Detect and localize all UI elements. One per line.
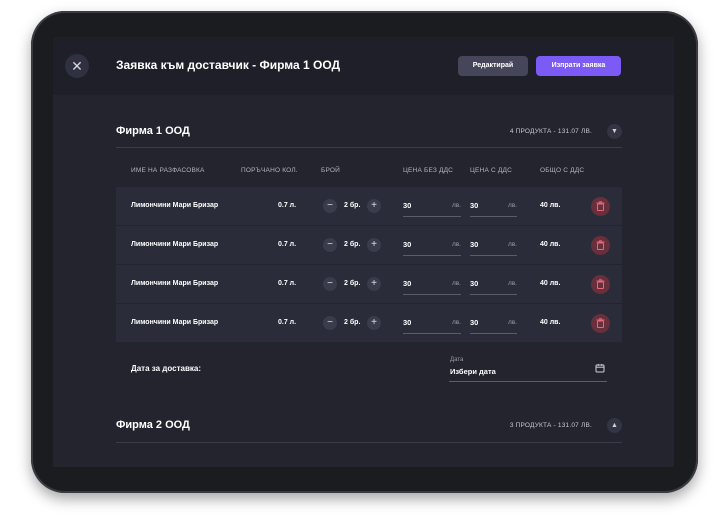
table-row: Лимончини Мари Бризар 0.7 л. − 2 бр. + 3… <box>116 304 622 342</box>
price-value: 30 <box>470 318 479 327</box>
delivery-date-picker[interactable]: Дата Избери дата <box>449 355 607 382</box>
price-without-vat-field[interactable]: 30 лв. <box>403 273 461 295</box>
currency-unit: лв. <box>451 319 461 326</box>
price-value: 30 <box>470 279 479 288</box>
trash-icon <box>596 240 605 250</box>
section-divider <box>116 147 622 148</box>
currency-unit: лв. <box>507 241 517 248</box>
currency-unit: лв. <box>451 280 461 287</box>
chevron-up-icon[interactable]: ▲ <box>607 418 622 433</box>
table-row: Лимончини Мари Бризар 0.7 л. − 2 бр. + 3… <box>116 265 622 303</box>
table-row: Лимончини Мари Бризар 0.7 л. − 2 бр. + 3… <box>116 226 622 264</box>
ordered-quantity: 0.7 л. <box>278 202 297 209</box>
delete-row-button[interactable] <box>591 197 610 216</box>
row-total: 40 лв. <box>540 280 561 287</box>
row-total: 40 лв. <box>540 241 561 248</box>
currency-unit: лв. <box>451 241 461 248</box>
trash-icon <box>596 201 605 211</box>
date-caption: Дата <box>450 357 464 363</box>
top-bar: ✕ Заявка към доставчик - Фирма 1 ООД Ред… <box>53 37 674 95</box>
minus-icon[interactable]: − <box>323 316 337 330</box>
price-value: 30 <box>403 240 412 249</box>
minus-icon[interactable]: − <box>323 199 337 213</box>
quantity-value: 2 бр. <box>344 202 361 209</box>
price-without-vat-field[interactable]: 30 лв. <box>403 234 461 256</box>
price-value: 30 <box>403 279 412 288</box>
price-without-vat-field[interactable]: 30 лв. <box>403 312 461 334</box>
quantity-value: 2 бр. <box>344 280 361 287</box>
column-header-qty: БРОЙ <box>321 167 340 174</box>
product-name: Лимончини Мари Бризар <box>131 241 219 248</box>
section-summary: 4 ПРОДУКТА - 131.07 ЛВ. <box>509 128 592 135</box>
price-value: 30 <box>470 240 479 249</box>
quantity-value: 2 бр. <box>344 319 361 326</box>
currency-unit: лв. <box>451 202 461 209</box>
column-header-price-vat: ЦЕНА С ДДС <box>470 167 512 174</box>
supplier-section-header-2[interactable]: Фирма 2 ООД 3 ПРОДУКТА - 131.07 ЛВ. ▲ <box>116 414 622 438</box>
quantity-value: 2 бр. <box>344 241 361 248</box>
column-header-name: ИМЕ НА РАЗФАСОВКА <box>131 167 205 174</box>
page-title: Заявка към доставчик - Фирма 1 ООД <box>116 58 341 72</box>
section-summary: 3 ПРОДУКТА - 131.07 ЛВ. <box>509 422 592 429</box>
close-button[interactable]: ✕ <box>65 54 89 78</box>
ordered-quantity: 0.7 л. <box>278 280 297 287</box>
edit-button[interactable]: Редактирай <box>458 56 528 76</box>
plus-icon[interactable]: + <box>367 316 381 330</box>
plus-icon[interactable]: + <box>367 238 381 252</box>
minus-icon[interactable]: − <box>323 277 337 291</box>
supplier-section-header-1[interactable]: Фирма 1 ООД 4 ПРОДУКТА - 131.07 ЛВ. ▼ <box>116 120 622 144</box>
close-icon: ✕ <box>71 58 83 74</box>
section-title: Фирма 2 ООД <box>116 419 190 431</box>
section-divider <box>116 442 622 443</box>
send-order-button[interactable]: Изпрати заявка <box>536 56 621 76</box>
plus-icon[interactable]: + <box>367 277 381 291</box>
price-with-vat-field[interactable]: 30 лв. <box>470 195 517 217</box>
price-value: 30 <box>403 318 412 327</box>
price-value: 30 <box>470 201 479 210</box>
price-with-vat-field[interactable]: 30 лв. <box>470 312 517 334</box>
calendar-icon <box>595 364 605 373</box>
delete-row-button[interactable] <box>591 314 610 333</box>
section-title: Фирма 1 ООД <box>116 125 190 137</box>
currency-unit: лв. <box>507 280 517 287</box>
plus-icon[interactable]: + <box>367 199 381 213</box>
product-name: Лимончини Мари Бризар <box>131 280 219 287</box>
price-without-vat-field[interactable]: 30 лв. <box>403 195 461 217</box>
currency-unit: лв. <box>507 319 517 326</box>
chevron-down-icon[interactable]: ▼ <box>607 124 622 139</box>
row-total: 40 лв. <box>540 319 561 326</box>
column-header-price-no-vat: ЦЕНА БЕЗ ДДС <box>403 167 454 174</box>
order-screen: ✕ Заявка към доставчик - Фирма 1 ООД Ред… <box>53 37 674 467</box>
price-with-vat-field[interactable]: 30 лв. <box>470 273 517 295</box>
delivery-date-label: Дата за доставка: <box>131 364 201 373</box>
date-placeholder: Избери дата <box>450 367 496 376</box>
trash-icon <box>596 318 605 328</box>
product-name: Лимончини Мари Бризар <box>131 319 219 326</box>
currency-unit: лв. <box>507 202 517 209</box>
minus-icon[interactable]: − <box>323 238 337 252</box>
price-with-vat-field[interactable]: 30 лв. <box>470 234 517 256</box>
price-value: 30 <box>403 201 412 210</box>
table-row: Лимончини Мари Бризар 0.7 л. − 2 бр. + 3… <box>116 187 622 225</box>
product-name: Лимончини Мари Бризар <box>131 202 219 209</box>
ordered-quantity: 0.7 л. <box>278 319 297 326</box>
trash-icon <box>596 279 605 289</box>
column-header-ordered: ПОРЪЧАНО КОЛ. <box>241 167 298 174</box>
delete-row-button[interactable] <box>591 236 610 255</box>
ordered-quantity: 0.7 л. <box>278 241 297 248</box>
row-total: 40 лв. <box>540 202 561 209</box>
delete-row-button[interactable] <box>591 275 610 294</box>
column-header-total: ОБЩО С ДДС <box>540 167 585 174</box>
